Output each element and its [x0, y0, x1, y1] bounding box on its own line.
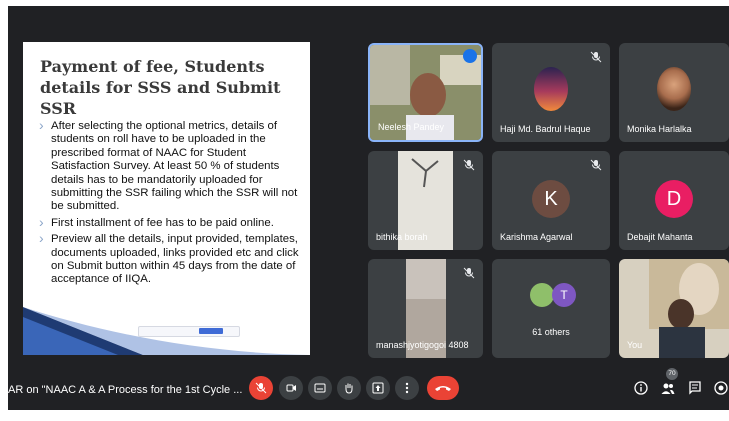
participant-name: manashjyotigogoi 4808	[376, 340, 469, 350]
avatar	[530, 283, 554, 307]
participant-name: bithika borah	[376, 232, 428, 242]
hand-icon	[345, 383, 353, 394]
camera-icon	[286, 384, 296, 392]
info-icon[interactable]	[634, 381, 648, 395]
participant-count-badge: 70	[666, 368, 678, 380]
mic-off-icon	[463, 267, 475, 279]
participant-tile[interactable]: D Debajit Mahanta	[619, 151, 729, 250]
present-icon	[372, 382, 384, 394]
others-tile[interactable]: T 61 others	[492, 259, 610, 358]
activities-icon[interactable]	[714, 381, 728, 395]
avatar: D	[655, 179, 693, 218]
avatar: T	[552, 283, 576, 307]
participant-name: Debajit Mahanta	[627, 232, 693, 242]
slide-bullets: After selecting the optional metrics, de…	[37, 119, 299, 290]
speaking-indicator-icon	[463, 49, 477, 63]
slide-bullet: After selecting the optional metrics, de…	[37, 119, 299, 214]
others-count: 61 others	[532, 327, 570, 337]
slide-title: Payment of fee, Students details for SSS…	[40, 57, 281, 118]
mic-button[interactable]	[249, 376, 273, 400]
self-tile[interactable]: You	[619, 259, 729, 358]
participant-name: Karishma Agarwal	[500, 232, 573, 242]
participant-name: You	[627, 340, 643, 350]
participant-tile[interactable]: Monika Harlalka	[619, 43, 729, 142]
chat-icon[interactable]	[688, 381, 702, 395]
meeting-title: AR on "NAAC A & A Process for the 1st Cy…	[8, 384, 243, 396]
participant-name: Neelesh Pandey	[378, 122, 445, 132]
avatar	[657, 66, 691, 111]
present-button[interactable]	[366, 376, 390, 400]
slide-bullet: Preview all the details, input provided,…	[37, 232, 299, 287]
end-call-icon	[435, 386, 451, 391]
participant-tile[interactable]: manashjyotigogoi 4808	[368, 259, 483, 358]
avatar	[534, 66, 568, 111]
mic-off-icon	[463, 159, 475, 171]
more-options-button[interactable]	[395, 376, 419, 400]
participant-name: Haji Md. Badrul Haque	[500, 124, 591, 134]
meet-window: Payment of fee, Students details for SSS…	[8, 6, 729, 410]
people-icon[interactable]	[661, 381, 675, 395]
slide-bullet: First installment of fee has to be paid …	[37, 216, 299, 230]
more-vert-icon	[405, 382, 409, 394]
mic-off-icon	[590, 51, 602, 63]
captions-icon	[314, 383, 326, 393]
camera-button[interactable]	[279, 376, 303, 400]
raise-hand-button[interactable]	[337, 376, 361, 400]
mic-off-icon	[590, 159, 602, 171]
end-call-button[interactable]	[427, 376, 459, 400]
participant-tile[interactable]: Haji Md. Badrul Haque	[492, 43, 610, 142]
participant-tile[interactable]: K Karishma Agarwal	[492, 151, 610, 250]
participant-tile[interactable]: Neelesh Pandey	[368, 43, 483, 142]
participant-name: Monika Harlalka	[627, 124, 692, 134]
presentation-slide: Payment of fee, Students details for SSS…	[23, 42, 310, 355]
slide-embedded-searchbar	[138, 326, 240, 337]
captions-button[interactable]	[308, 376, 332, 400]
avatar: K	[532, 179, 570, 218]
participant-tile[interactable]: bithika borah	[368, 151, 483, 250]
mic-off-icon	[255, 382, 267, 394]
